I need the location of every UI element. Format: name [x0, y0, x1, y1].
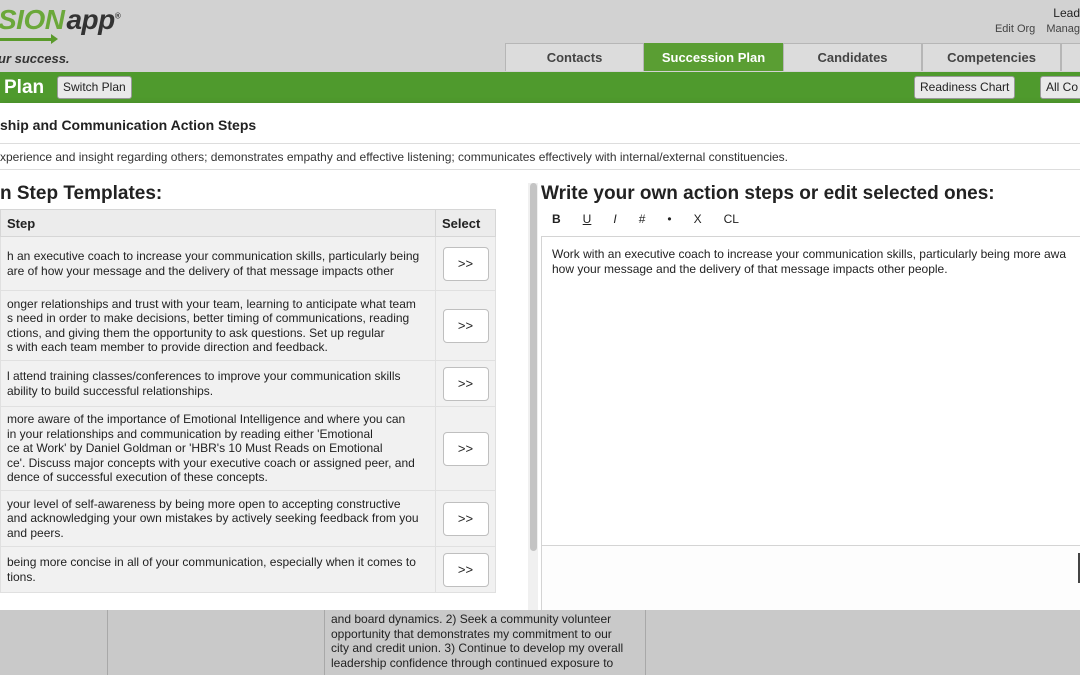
logo-main-text: SION [0, 4, 65, 35]
tab-competencies[interactable]: Competencies [922, 43, 1061, 71]
action-steps-modal: ship and Communication Action Steps xper… [0, 103, 1080, 610]
template-row: h an executive coach to increase your co… [0, 236, 496, 291]
logo-app-text: app [66, 4, 115, 35]
action-steps-editor[interactable]: Work with an executive coach to increase… [541, 236, 1080, 546]
divider [0, 143, 1080, 144]
template-row: onger relationships and trust with your … [0, 290, 496, 361]
template-step-text: more aware of the importance of Emotiona… [0, 406, 436, 491]
editor-footer [541, 546, 1080, 610]
templates-scrollbar-thumb[interactable] [530, 183, 537, 551]
templates-heading: n Step Templates: [0, 183, 163, 204]
add-template-button[interactable]: >> [442, 308, 489, 343]
template-select-cell: >> [435, 490, 496, 547]
readiness-chart-button[interactable]: Readiness Chart [914, 76, 1016, 99]
template-row: l attend training classes/conferences to… [0, 360, 496, 407]
template-select-cell: >> [435, 236, 496, 291]
template-select-cell: >> [435, 360, 496, 407]
tab-contacts[interactable]: Contacts [505, 43, 644, 71]
app-logo[interactable]: SIONapp® [0, 4, 121, 36]
clear-all-button[interactable]: CL [724, 212, 739, 226]
add-template-button[interactable]: >> [442, 552, 489, 587]
add-template-button[interactable]: >> [442, 501, 489, 536]
header-links: Edit Org Manag [987, 23, 1080, 35]
tab-candidates[interactable]: Candidates [783, 43, 922, 71]
select-column-header: Select [435, 209, 496, 237]
all-competencies-button[interactable]: All Co [1040, 76, 1080, 99]
numbered-list-button[interactable]: # [639, 212, 646, 226]
user-name[interactable]: Lead [1053, 6, 1080, 20]
app-header: SIONapp® ur success. Lead Edit Org Manag… [0, 0, 1080, 72]
plan-toolbar: Plan Switch Plan Readiness Chart All Co [0, 72, 1080, 103]
template-step-text: your level of self-awareness by being mo… [0, 490, 436, 547]
bullet-list-button[interactable]: • [667, 212, 671, 226]
add-template-button[interactable]: >> [442, 246, 489, 281]
template-row: being more concise in all of your commun… [0, 546, 496, 593]
bold-button[interactable]: B [552, 212, 561, 226]
editor-heading: Write your own action steps or edit sele… [541, 183, 995, 204]
template-select-cell: >> [435, 290, 496, 361]
switch-plan-button[interactable]: Switch Plan [57, 76, 132, 99]
italic-button[interactable]: I [613, 212, 616, 226]
template-step-text: l attend training classes/conferences to… [0, 360, 436, 407]
clear-format-button[interactable]: X [694, 212, 702, 226]
add-template-button[interactable]: >> [442, 366, 489, 401]
template-step-text: onger relationships and trust with your … [0, 290, 436, 361]
logo-tagline: ur success. [0, 51, 70, 66]
manage-link[interactable]: Manag [1046, 23, 1080, 35]
editor-content: Work with an executive coach to increase… [552, 247, 1067, 276]
template-row: your level of self-awareness by being mo… [0, 490, 496, 547]
plan-title: Plan [4, 77, 45, 98]
logo-arrow-icon [0, 34, 58, 44]
templates-table: Step Select h an executive coach to incr… [0, 209, 496, 593]
divider [0, 169, 1080, 170]
competency-description: xperience and insight regarding others; … [0, 150, 788, 164]
table-divider [645, 610, 646, 675]
step-column-header: Step [0, 209, 436, 237]
template-step-text: being more concise in all of your commun… [0, 546, 436, 593]
edit-org-link[interactable]: Edit Org [995, 23, 1035, 35]
underline-button[interactable]: U [583, 212, 592, 226]
tab-overflow[interactable] [1061, 43, 1080, 71]
template-step-text: h an executive coach to increase your co… [0, 236, 436, 291]
template-row: more aware of the importance of Emotiona… [0, 406, 496, 491]
template-select-cell: >> [435, 406, 496, 491]
main-tabs: Contacts Succession Plan Candidates Comp… [505, 43, 1080, 71]
editor-format-toolbar: B U I # • X CL [552, 212, 761, 226]
add-template-button[interactable]: >> [442, 431, 489, 466]
tab-succession-plan[interactable]: Succession Plan [644, 43, 783, 71]
table-divider [324, 610, 325, 675]
modal-title: ship and Communication Action Steps [0, 117, 257, 133]
table-divider [107, 610, 108, 675]
template-select-cell: >> [435, 546, 496, 593]
background-cell-text: and board dynamics. 2) Seek a community … [331, 612, 624, 670]
